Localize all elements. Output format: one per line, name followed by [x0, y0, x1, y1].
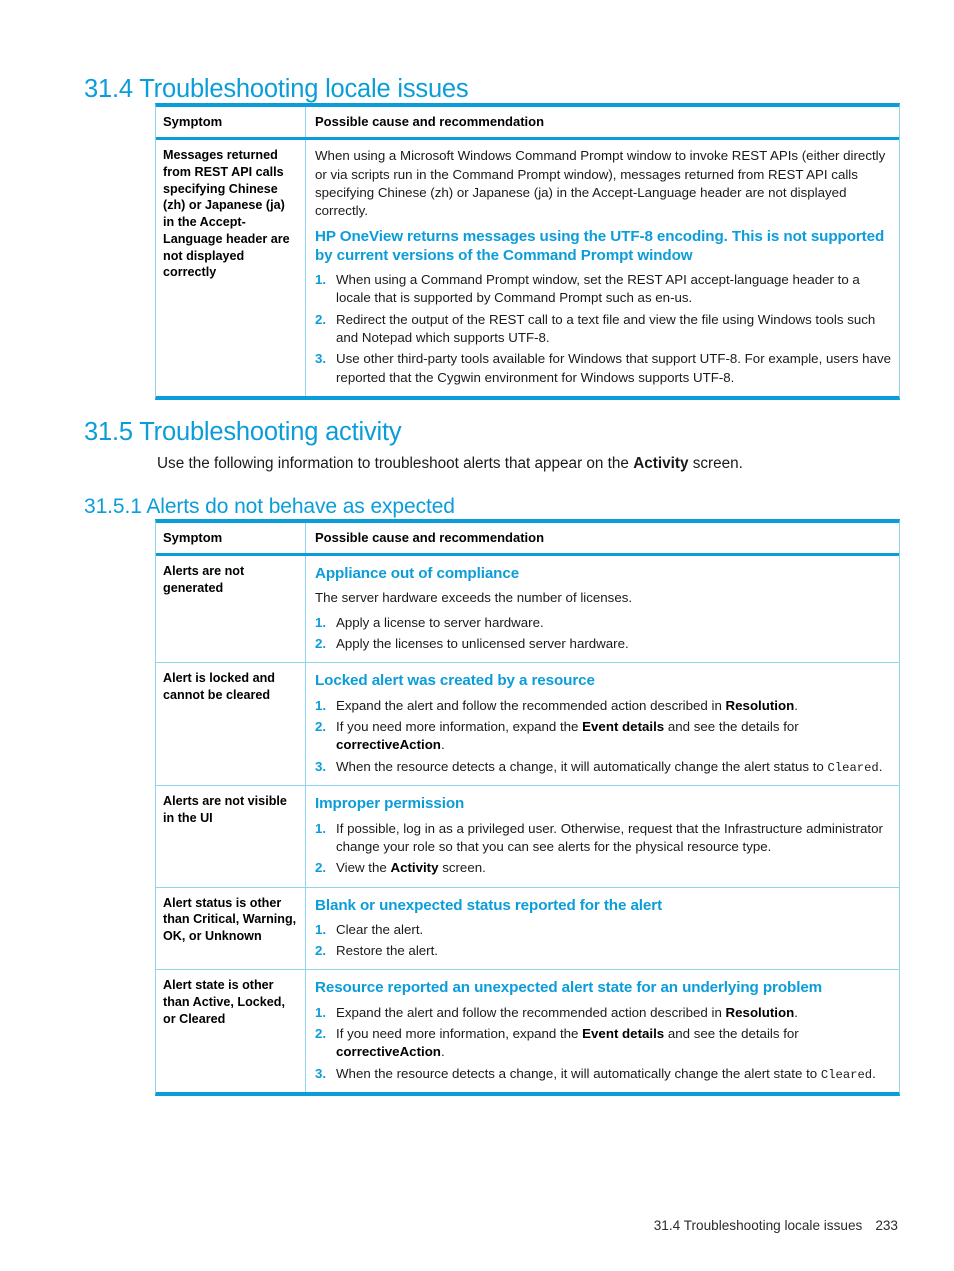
footer-page-number: 233 — [875, 1218, 898, 1233]
list-item: When the resource detects a change, it w… — [315, 1065, 891, 1084]
step-text: When the resource detects a change, it w… — [336, 758, 828, 774]
step-bold: correctiveAction — [336, 1044, 441, 1060]
step-bold: Activity — [390, 860, 439, 876]
recommendation-steps: Clear the alert. Restore the alert. — [315, 921, 891, 961]
list-item: View the Activity screen. — [315, 859, 891, 878]
step-bold: correctiveAction — [336, 737, 441, 753]
cell-recommendation: When using a Microsoft Windows Command P… — [306, 140, 899, 396]
step-text: Expand the alert and follow the recommen… — [336, 697, 726, 713]
column-header-recommendation: Possible cause and recommendation — [315, 530, 545, 545]
list-item: Expand the alert and follow the recommen… — [315, 697, 891, 716]
step-text: . — [440, 1044, 445, 1060]
list-item: When using a Command Prompt window, set … — [315, 271, 860, 306]
cell-symptom: Messages returned from REST API calls sp… — [156, 140, 306, 396]
step-text: When the resource detects a change, it w… — [336, 1065, 821, 1081]
table-row: Alert status is other than Critical, War… — [156, 887, 899, 971]
heading-31-4: 31.4 Troubleshooting locale issues — [84, 75, 469, 104]
column-header-recommendation: Possible cause and recommendation — [315, 114, 545, 129]
recommendation-steps: If possible, log in as a privileged user… — [315, 820, 891, 878]
step-bold: Resolution — [725, 697, 795, 713]
table-row: Alert is locked and cannot be cleared Lo… — [156, 663, 899, 787]
cell-recommendation: Resource reported an unexpected alert st… — [306, 970, 899, 1092]
step-text: Apply a license to server hardware. — [336, 614, 544, 630]
table-troubleshooting-locale-issues: Symptom Possible cause and recommendatio… — [155, 103, 900, 400]
step-text: If possible, log in as a privileged user… — [336, 820, 883, 854]
intro-bold-activity: Activity — [633, 455, 689, 473]
recommendation-steps: Apply a license to server hardware. Appl… — [315, 614, 891, 654]
recommendation-title: Locked alert was created by a resource — [315, 672, 595, 690]
table-row: Alert state is other than Active, Locked… — [156, 970, 899, 1093]
table-header-row: Symptom Possible cause and recommendatio… — [156, 523, 899, 557]
step-text: Restore the alert. — [336, 943, 438, 959]
recommendation-title: HP OneView returns messages using the UT… — [315, 227, 885, 264]
document-page: 31.4 Troubleshooting locale issues Sympt… — [0, 0, 954, 1271]
step-bold: Event details — [582, 718, 665, 734]
cell-symptom: Alerts are not generated — [156, 556, 306, 663]
step-bold: Resolution — [725, 1004, 795, 1020]
table-row: Alerts are not visible in the UI Imprope… — [156, 786, 899, 888]
column-header-symptom: Symptom — [156, 107, 306, 138]
table-row: Messages returned from REST API calls sp… — [156, 140, 899, 396]
list-item: Apply the licenses to unlicensed server … — [315, 635, 891, 654]
list-item: If you need more information, expand the… — [315, 718, 891, 755]
list-item: If possible, log in as a privileged user… — [315, 820, 891, 857]
intro-text-a: Use the following information to trouble… — [157, 455, 634, 473]
cell-symptom: Alerts are not visible in the UI — [156, 786, 306, 887]
table-row: Alerts are not generated Appliance out o… — [156, 556, 899, 664]
list-item: Restore the alert. — [315, 942, 891, 961]
step-bold: Event details — [582, 1025, 665, 1041]
step-text: . — [440, 737, 445, 753]
step-text: . — [878, 758, 883, 774]
table-alerts-do-not-behave-as-expected: Symptom Possible cause and recommendatio… — [155, 519, 900, 1097]
intro-text-c: screen. — [688, 455, 743, 473]
list-item: Apply a license to server hardware. — [315, 614, 891, 633]
list-item: Use other third-party tools available fo… — [315, 350, 892, 385]
cell-symptom: Alert state is other than Active, Locked… — [156, 970, 306, 1093]
recommendation-title: Blank or unexpected status reported for … — [315, 896, 663, 914]
step-text: . — [872, 1065, 876, 1081]
recommendation-title: Resource reported an unexpected alert st… — [315, 979, 823, 997]
footer-section-title: 31.4 Troubleshooting locale issues — [653, 1218, 863, 1233]
recommendation-title: Appliance out of compliance — [315, 565, 520, 583]
page-footer: 31.4 Troubleshooting locale issues 233 — [654, 1218, 898, 1233]
cell-symptom: Alert status is other than Critical, War… — [156, 887, 306, 970]
cell-recommendation: Locked alert was created by a resource E… — [306, 663, 899, 785]
step-code: Cleared — [827, 760, 879, 775]
step-text: View the — [336, 860, 391, 876]
recommendation-steps: Expand the alert and follow the recommen… — [315, 697, 891, 777]
recommendation-title: Improper permission — [315, 795, 465, 813]
step-text: and see the details for — [664, 1025, 799, 1041]
recommendation-paragraph: The server hardware exceeds the number o… — [315, 590, 633, 606]
cell-recommendation: Appliance out of compliance The server h… — [306, 556, 899, 662]
cell-recommendation: Improper permission If possible, log in … — [306, 786, 899, 886]
cell-symptom: Alert is locked and cannot be cleared — [156, 663, 306, 786]
step-text: Apply the licenses to unlicensed server … — [336, 636, 629, 652]
step-text: If you need more information, expand the — [336, 1025, 583, 1041]
step-text: . — [794, 1004, 798, 1020]
recommendation-paragraph: When using a Microsoft Windows Command P… — [315, 148, 886, 219]
cell-recommendation: Blank or unexpected status reported for … — [306, 888, 899, 970]
section-intro-paragraph: Use the following information to trouble… — [157, 454, 743, 475]
table-header-row: Symptom Possible cause and recommendatio… — [156, 107, 899, 141]
step-text: Clear the alert. — [336, 921, 424, 937]
step-text: and see the details for — [664, 718, 799, 734]
list-item: Expand the alert and follow the recommen… — [315, 1004, 891, 1023]
list-item: Clear the alert. — [315, 921, 891, 940]
recommendation-steps: When using a Command Prompt window, set … — [315, 271, 891, 387]
heading-31-5-1: 31.5.1 Alerts do not behave as expected — [84, 495, 455, 518]
step-code: Cleared — [820, 1067, 873, 1082]
step-text: . — [794, 697, 798, 713]
list-item: Redirect the output of the REST call to … — [315, 311, 876, 345]
step-text: Expand the alert and follow the recommen… — [336, 1004, 726, 1020]
heading-31-5: 31.5 Troubleshooting activity — [84, 418, 402, 447]
step-text: If you need more information, expand the — [336, 718, 583, 734]
list-item: When the resource detects a change, it w… — [315, 758, 891, 777]
list-item: If you need more information, expand the… — [315, 1025, 891, 1062]
column-header-symptom: Symptom — [156, 523, 306, 554]
recommendation-steps: Expand the alert and follow the recommen… — [315, 1004, 891, 1084]
step-text: screen. — [438, 860, 486, 876]
